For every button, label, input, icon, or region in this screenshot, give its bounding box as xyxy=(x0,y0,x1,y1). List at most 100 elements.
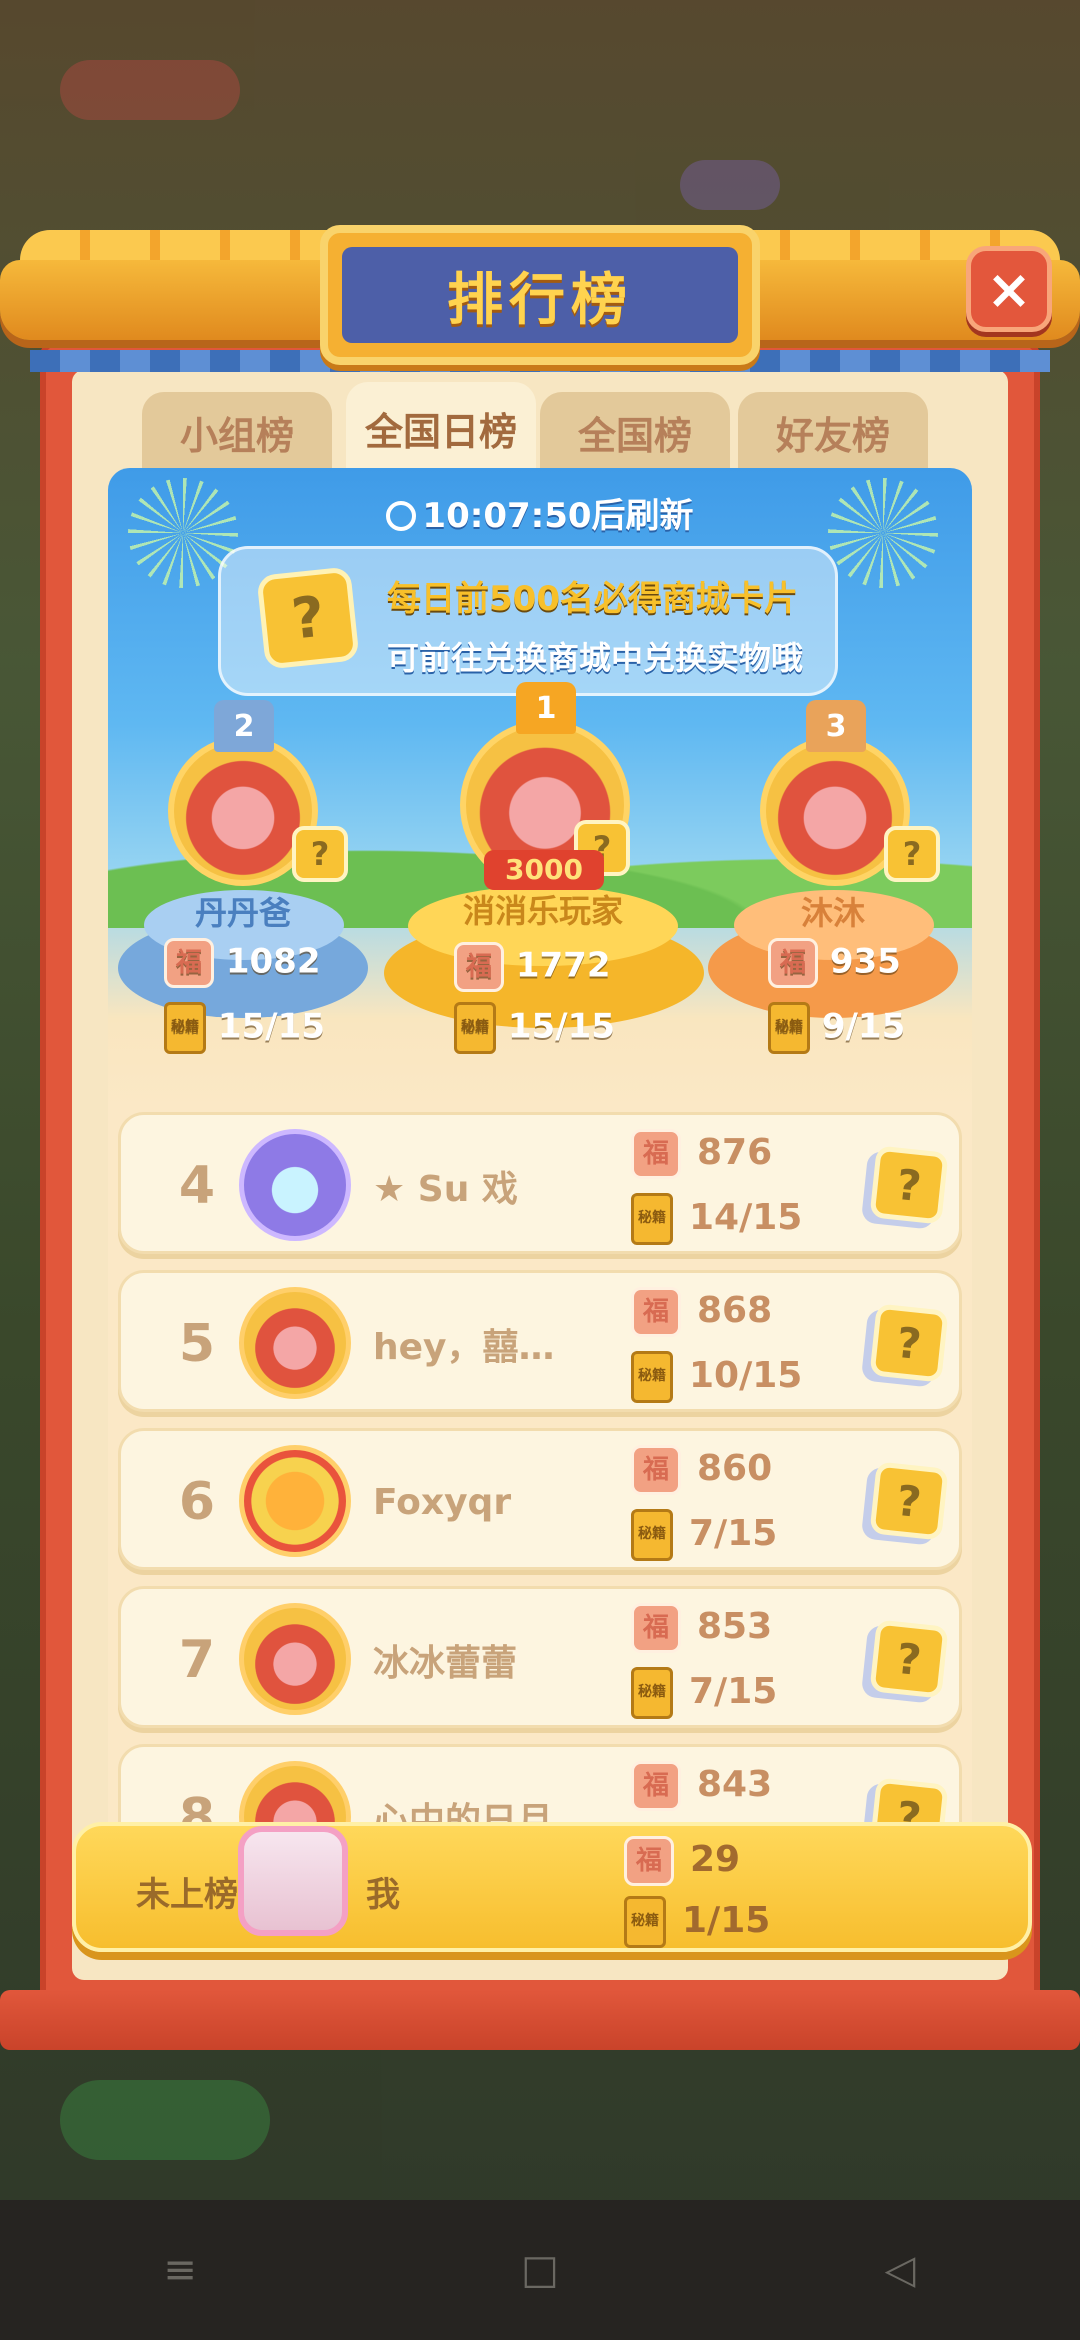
mystery-card-icon[interactable]: ? xyxy=(869,1777,949,1828)
podium-pages: 秘籍 15/15 xyxy=(164,1002,325,1054)
system-navigation-bar: ≡ □ ◁ xyxy=(0,2200,1080,2340)
bg-decor xyxy=(60,2080,270,2160)
tab-group-rank[interactable]: 小组榜 xyxy=(142,392,332,472)
avatar xyxy=(239,1287,351,1399)
fortune-score-icon: 福 xyxy=(631,1287,681,1337)
podium-pages: 秘籍 9/15 xyxy=(768,1002,905,1054)
menu-icon[interactable]: ≡ xyxy=(150,2240,210,2300)
podium-name: 沐沐 xyxy=(800,894,865,932)
panel-footer-trim xyxy=(0,1990,1080,2050)
row-score: 福 876 xyxy=(631,1129,772,1179)
avatar xyxy=(239,1603,351,1715)
bg-decor xyxy=(60,60,240,120)
row-name: 冰冰蕾蕾 xyxy=(373,1643,518,1684)
book-icon: 秘籍 xyxy=(454,1002,496,1054)
row-pages: 秘籍 14/15 xyxy=(631,1193,802,1245)
tab-national-rank[interactable]: 全国榜 xyxy=(540,392,730,472)
close-icon: × xyxy=(986,257,1032,321)
tab-national-daily[interactable]: 全国日榜 xyxy=(346,382,536,474)
score-value: 1082 xyxy=(225,941,321,982)
book-icon: 秘籍 xyxy=(631,1667,673,1719)
fortune-score-icon: 福 xyxy=(631,1761,681,1811)
fortune-score-icon: 福 xyxy=(631,1129,681,1179)
book-icon: 秘籍 xyxy=(624,1896,666,1948)
pages-value: 10/15 xyxy=(689,1355,803,1396)
row-score: 福 860 xyxy=(631,1445,772,1495)
rank-crown-3: 3 xyxy=(806,700,866,752)
row-score: 福 853 xyxy=(631,1603,772,1653)
row-pages: 秘籍 10/15 xyxy=(631,1351,802,1403)
row-rank: 6 xyxy=(178,1472,216,1532)
pages-value: 1/15 xyxy=(682,1900,771,1941)
title-plaque: 排行榜 xyxy=(320,225,760,365)
reward-info-line2: 可前往兑换商城中兑换实物哦 xyxy=(387,639,804,677)
row-rank: 5 xyxy=(178,1314,216,1374)
book-icon: 秘籍 xyxy=(631,1193,673,1245)
row-score: 福 843 xyxy=(631,1761,772,1811)
my-rank-status: 未上榜 xyxy=(136,1874,238,1915)
row-name: hey，囍… xyxy=(373,1327,555,1368)
row-pages: 秘籍 7/15 xyxy=(631,1509,777,1561)
mystery-card-icon: ? xyxy=(884,826,940,882)
pages-value: 7/15 xyxy=(689,1513,778,1554)
avatar xyxy=(238,1826,348,1936)
podium-name: 丹丹爸 xyxy=(194,894,291,932)
tab-friends-rank[interactable]: 好友榜 xyxy=(738,392,928,472)
fortune-score-icon: 福 xyxy=(631,1603,681,1653)
fortune-score-icon: 福 xyxy=(164,938,214,988)
row-name: Foxyqr xyxy=(373,1481,512,1523)
score-value: 1772 xyxy=(515,945,611,986)
fortune-score-icon: 福 xyxy=(768,938,818,988)
list-item[interactable]: 5 hey，囍… 福 868 秘籍 10/15 ? xyxy=(118,1270,962,1412)
row-name: 心中的日月 xyxy=(373,1801,554,1828)
close-button[interactable]: × xyxy=(966,246,1052,332)
list-item[interactable]: 6 Foxyqr 福 860 秘籍 7/15 ? xyxy=(118,1428,962,1570)
page-title: 排行榜 xyxy=(342,247,738,343)
mystery-card-icon[interactable]: ? xyxy=(869,1461,949,1541)
reward-info-box: ? 每日前500名必得商城卡片 可前往兑换商城中兑换实物哦 xyxy=(218,546,838,696)
fortune-score-icon: 福 xyxy=(631,1445,681,1495)
score-value: 876 xyxy=(697,1132,773,1173)
score-value: 843 xyxy=(697,1764,773,1805)
pages-value: 7/15 xyxy=(689,1671,778,1712)
book-icon: 秘籍 xyxy=(164,1002,206,1054)
mystery-card-icon[interactable]: ? xyxy=(869,1303,949,1383)
book-icon: 秘籍 xyxy=(631,1351,673,1403)
book-icon: 秘籍 xyxy=(768,1002,810,1054)
reward-info-line1: 每日前500名必得商城卡片 xyxy=(387,579,798,619)
refresh-timer: 10:07:50后刷新 xyxy=(108,488,972,537)
back-icon[interactable]: ◁ xyxy=(870,2240,930,2300)
podium-name: 消消乐玩家 xyxy=(462,892,623,930)
top-banner: 10:07:50后刷新 ? 每日前500名必得商城卡片 可前往兑换商城中兑换实物… xyxy=(108,468,972,1108)
podium-score: 福 935 xyxy=(768,938,901,988)
my-name: 我 xyxy=(366,1874,400,1915)
my-pages: 秘籍 1/15 xyxy=(624,1896,770,1948)
row-name: ★ Su 戏 xyxy=(373,1169,518,1210)
list-item[interactable]: 7 冰冰蕾蕾 福 853 秘籍 7/15 ? xyxy=(118,1586,962,1728)
row-score: 福 868 xyxy=(631,1287,772,1337)
leaderboard-list[interactable]: 4 ★ Su 戏 福 876 秘籍 14/15 ? 5 hey，囍… 福 868 秘籍… xyxy=(108,1108,972,1828)
mystery-card-icon: ? xyxy=(292,826,348,882)
list-item[interactable]: 4 ★ Su 戏 福 876 秘籍 14/15 ? xyxy=(118,1112,962,1254)
book-icon: 秘籍 xyxy=(631,1509,673,1561)
pages-value: 9/15 xyxy=(821,1006,906,1047)
row-pages: 秘籍 7/15 xyxy=(631,1667,777,1719)
mystery-card-icon[interactable]: ? xyxy=(869,1145,949,1225)
row-rank: 4 xyxy=(178,1156,216,1216)
score-value: 868 xyxy=(697,1290,773,1331)
pages-value: 15/15 xyxy=(217,1006,325,1047)
avatar xyxy=(239,1761,351,1828)
podium-pages: 秘籍 15/15 xyxy=(454,1002,615,1054)
list-item[interactable]: 8 心中的日月 福 843 ? xyxy=(118,1744,962,1828)
row-rank: 7 xyxy=(178,1630,216,1690)
row-rank: 8 xyxy=(178,1788,216,1828)
score-value: 860 xyxy=(697,1448,773,1489)
score-value: 29 xyxy=(690,1839,741,1880)
mystery-card-icon[interactable]: ? xyxy=(869,1619,949,1699)
pages-value: 14/15 xyxy=(689,1197,803,1238)
fortune-score-icon: 福 xyxy=(454,942,504,992)
score-ribbon: 3000 xyxy=(484,850,604,890)
home-icon[interactable]: □ xyxy=(510,2240,570,2300)
my-rank-bar[interactable]: 未上榜 我 福 29 秘籍 1/15 xyxy=(72,1822,1032,1952)
pages-value: 15/15 xyxy=(507,1006,615,1047)
